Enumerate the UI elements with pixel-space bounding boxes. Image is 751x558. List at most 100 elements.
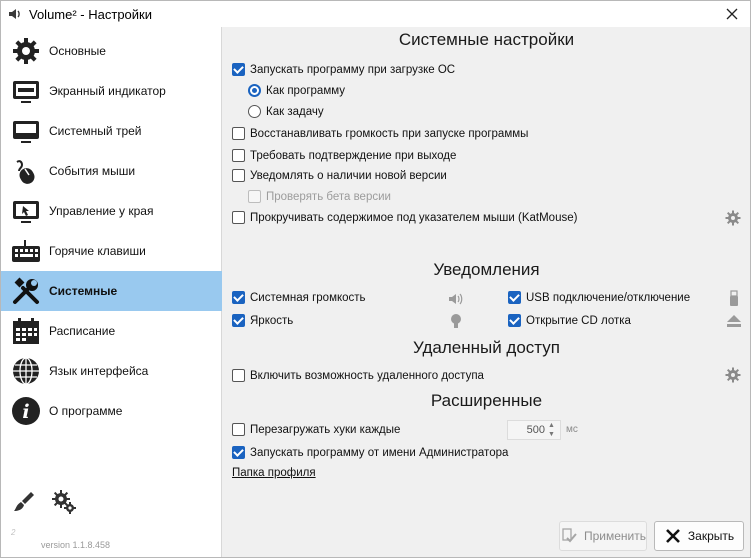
confirm-exit-option[interactable]: Требовать подтверждение при выходе — [232, 149, 456, 162]
stepper-arrows[interactable]: ▲ ▼ — [548, 422, 558, 438]
reload-hooks-interval-stepper[interactable]: 500 ▲ ▼ — [507, 420, 561, 440]
usb-icon — [730, 290, 738, 306]
sidebar-item-hotkeys[interactable]: Горячие клавиши — [1, 231, 222, 271]
check-beta-checkbox — [248, 190, 261, 203]
as-task-radio[interactable] — [248, 105, 261, 118]
reload-hooks-checkbox[interactable] — [232, 423, 245, 436]
autostart-option[interactable]: Запускать программу при загрузке ОС — [232, 63, 455, 76]
profile-folder-link[interactable]: Папка профиля — [232, 467, 316, 479]
notify-update-label: Уведомлять о наличии новой версии — [250, 169, 447, 182]
lightbulb-icon — [451, 314, 461, 328]
check-beta-label: Проверять бета версии — [266, 190, 391, 203]
stepper-down-icon[interactable]: ▼ — [548, 431, 558, 438]
sidebar-item-tray[interactable]: Системный трей — [1, 111, 222, 151]
sidebar-item-system[interactable]: Системные — [1, 271, 222, 311]
katmouse-option[interactable]: Прокручивать содержимое под указателем м… — [232, 211, 577, 224]
notify-volume-option[interactable]: Системная громкость — [232, 291, 366, 304]
sidebar-item-label: Системный трей — [49, 124, 142, 138]
close-icon[interactable] — [724, 6, 740, 22]
notify-cd-checkbox[interactable] — [508, 314, 521, 327]
notify-cd-label: Открытие CD лотка — [526, 314, 631, 327]
restore-volume-checkbox[interactable] — [232, 127, 245, 140]
sidebar-item-osd[interactable]: Экранный индикатор — [1, 71, 222, 111]
notify-brightness-checkbox[interactable] — [232, 314, 245, 327]
tools-icon — [10, 275, 42, 307]
stepper-up-icon[interactable]: ▲ — [548, 422, 558, 429]
run-as-admin-label: Запускать программу от имени Администрат… — [250, 446, 509, 459]
confirm-exit-label: Требовать подтверждение при выходе — [250, 149, 457, 162]
window-title: Volume² - Настройки — [29, 6, 152, 22]
remote-access-heading: Удаленный доступ — [413, 338, 560, 357]
notify-usb-label: USB подключение/отключение — [526, 291, 691, 304]
sidebar-item-about[interactable]: i О программе — [1, 391, 222, 431]
katmouse-settings-gear-icon[interactable] — [724, 209, 742, 227]
check-beta-option: Проверять бета версии — [248, 190, 391, 203]
screen-edge-icon — [10, 195, 42, 227]
gear-icon — [10, 35, 42, 67]
as-program-option[interactable]: Как программу — [248, 84, 345, 97]
sidebar-item-general[interactable]: Основные — [1, 31, 222, 71]
sidebar-item-language[interactable]: Язык интерфейса — [1, 351, 222, 391]
sidebar-item-label: Основные — [49, 44, 106, 58]
katmouse-checkbox[interactable] — [232, 211, 245, 224]
remote-enable-checkbox[interactable] — [232, 369, 245, 382]
tray-monitor-icon — [10, 115, 42, 147]
reload-hooks-value: 500 — [526, 424, 545, 436]
notifications-heading: Уведомления — [433, 260, 540, 279]
reload-hooks-option[interactable]: Перезагружать хуки каждые — [232, 423, 400, 436]
sidebar-item-label: Горячие клавиши — [49, 244, 146, 258]
autostart-checkbox[interactable] — [232, 63, 245, 76]
sidebar-item-edge[interactable]: Управление у края — [1, 191, 222, 231]
as-program-label: Как программу — [266, 84, 346, 97]
sidebar-item-label: Экранный индикатор — [49, 84, 166, 98]
settings-gears-icon[interactable] — [51, 489, 77, 515]
speaker-icon — [449, 293, 463, 305]
sidebar-item-label: События мыши — [49, 164, 136, 178]
remote-enable-option[interactable]: Включить возможность удаленного доступа — [232, 369, 484, 382]
as-program-radio[interactable] — [248, 84, 261, 97]
notify-update-option[interactable]: Уведомлять о наличии новой версии — [232, 169, 447, 182]
sidebar-item-mouse[interactable]: События мыши — [1, 151, 222, 191]
apply-button[interactable]: Применить — [559, 521, 647, 551]
mouse-icon — [10, 155, 42, 187]
sidebar-item-label: Расписание — [49, 324, 116, 338]
globe-icon — [10, 355, 42, 387]
run-as-admin-checkbox[interactable] — [232, 446, 245, 459]
run-as-admin-option[interactable]: Запускать программу от имени Администрат… — [232, 446, 508, 459]
version-text: version 1.1.8.458 — [41, 540, 111, 550]
remote-enable-label: Включить возможность удаленного доступа — [250, 369, 484, 382]
katmouse-label: Прокручивать содержимое под указателем м… — [250, 211, 578, 224]
sidebar-item-label: Системные — [49, 284, 118, 298]
notify-usb-checkbox[interactable] — [508, 291, 521, 304]
title-bar: Volume² - Настройки — [1, 1, 750, 27]
confirm-exit-checkbox[interactable] — [232, 149, 245, 162]
notify-cd-option[interactable]: Открытие CD лотка — [508, 314, 631, 327]
apply-label: Применить — [583, 529, 646, 543]
sidebar-item-schedule[interactable]: Расписание — [1, 311, 222, 351]
restore-volume-option[interactable]: Восстанавливать громкость при запуске пр… — [232, 127, 528, 140]
close-button[interactable]: Закрыть — [654, 521, 744, 551]
restore-volume-label: Восстанавливать громкость при запуске пр… — [250, 127, 529, 140]
close-x-icon — [665, 529, 680, 543]
remote-settings-gear-icon[interactable] — [724, 366, 742, 384]
settings-content: Системные настройки Запускать программу … — [223, 27, 750, 517]
as-task-option[interactable]: Как задачу — [248, 105, 324, 118]
keyboard-icon — [10, 235, 42, 267]
notify-brightness-label: Яркость — [250, 314, 294, 327]
as-task-label: Как задачу — [266, 105, 324, 118]
notify-brightness-option[interactable]: Яркость — [232, 314, 293, 327]
notify-update-checkbox[interactable] — [232, 169, 245, 182]
settings-window: Volume² - Настройки Основные Экранный ин… — [0, 0, 751, 558]
reload-hooks-unit: мс — [566, 424, 578, 435]
calendar-icon — [10, 315, 42, 347]
notify-volume-checkbox[interactable] — [232, 291, 245, 304]
reload-hooks-label: Перезагружать хуки каждые — [250, 423, 401, 436]
svg-text:i: i — [22, 401, 29, 423]
notify-usb-option[interactable]: USB подключение/отключение — [508, 291, 690, 304]
sidebar-item-label: О программе — [49, 404, 123, 418]
apply-icon — [562, 528, 577, 543]
sidebar-item-label: Язык интерфейса — [49, 364, 149, 378]
system-settings-heading: Системные настройки — [398, 30, 575, 49]
app-speaker-icon — [9, 9, 20, 19]
brush-icon[interactable] — [11, 489, 37, 515]
